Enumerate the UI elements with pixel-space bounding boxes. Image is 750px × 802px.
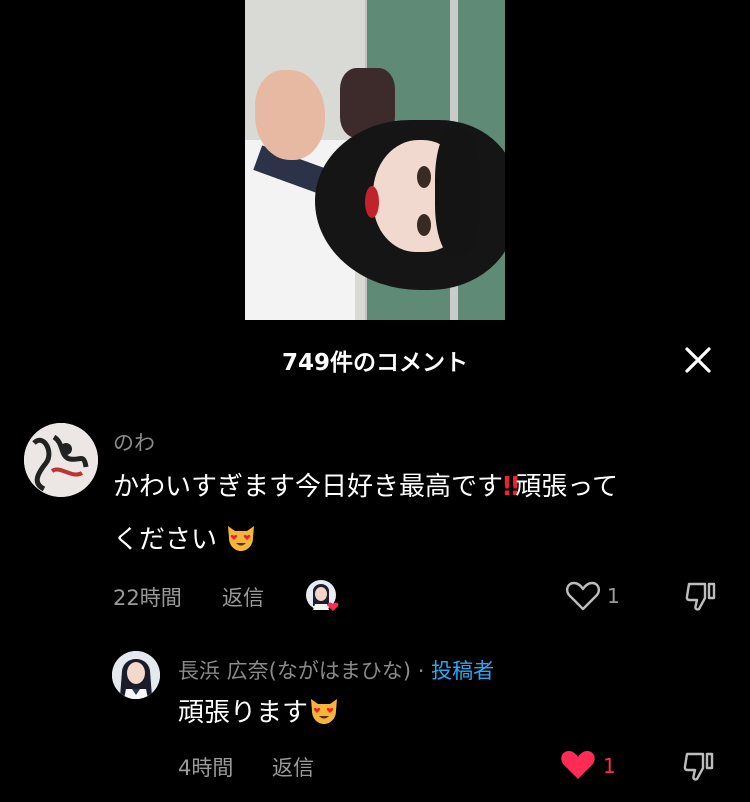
comment-text-part: 頑張って bbox=[515, 472, 619, 502]
reply-username[interactable]: 長浜 広奈(ながはまひな) bbox=[178, 659, 411, 683]
reply-button[interactable]: 返信 bbox=[222, 582, 264, 612]
thumbs-down-icon[interactable] bbox=[683, 578, 719, 614]
video-thumbnail[interactable] bbox=[245, 0, 505, 320]
separator-dot: · bbox=[417, 659, 425, 683]
comment-text-part: ください bbox=[113, 525, 218, 555]
reply-text: 頑張ります bbox=[178, 687, 340, 740]
double-exclamation-emoji: ‼ bbox=[503, 472, 519, 502]
comment-time: 22時間 bbox=[113, 586, 182, 610]
like-count: 1 bbox=[607, 584, 620, 608]
comment-text-part: かわいすぎます今日好き最高です bbox=[113, 472, 504, 502]
reply-time: 4時間 bbox=[178, 756, 234, 780]
creator-badge: 投稿者 bbox=[431, 659, 495, 683]
avatar[interactable] bbox=[24, 423, 98, 497]
avatar[interactable] bbox=[112, 651, 160, 699]
comment-text: かわいすぎます今日好き最高です‼頑張って ください bbox=[113, 461, 733, 567]
comment-username[interactable]: のわ bbox=[113, 427, 155, 457]
like-count: 1 bbox=[603, 754, 616, 778]
reply-username-line: 長浜 広奈(ながはまひな) · 投稿者 bbox=[178, 655, 494, 685]
reply-text-part: 頑張ります bbox=[178, 698, 309, 728]
heart-eyes-cat-emoji bbox=[225, 518, 257, 551]
comments-count-title: 749件のコメント bbox=[281, 350, 468, 376]
reply-button[interactable]: 返信 bbox=[272, 752, 314, 782]
heart-outline-icon[interactable] bbox=[565, 580, 601, 612]
heart-filled-icon[interactable] bbox=[560, 749, 596, 781]
creator-liked-badge bbox=[305, 578, 345, 614]
close-icon[interactable] bbox=[681, 343, 715, 377]
thumbs-down-icon[interactable] bbox=[681, 748, 717, 784]
heart-eyes-cat-emoji bbox=[308, 691, 340, 724]
